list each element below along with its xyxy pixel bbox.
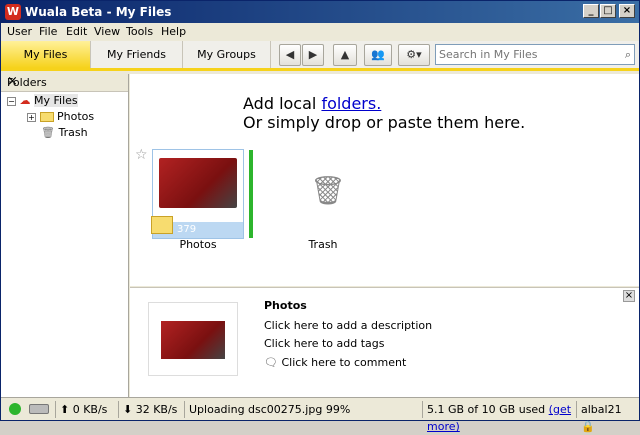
- speech-bubble-icon: 🗨: [264, 356, 278, 369]
- user-status: albal21 🔒: [576, 401, 638, 433]
- menu-user[interactable]: User: [7, 25, 32, 38]
- download-arrow-icon: ⬇: [123, 403, 136, 416]
- status-bar: ⬆ 0 KB/s ⬇ 32 KB/s Uploading dsc00275.jp…: [1, 397, 639, 433]
- tab-my-groups[interactable]: My Groups: [183, 41, 271, 68]
- lock-icon: 🔒: [581, 420, 595, 433]
- search-input[interactable]: [439, 47, 617, 62]
- tree-label: Photos: [57, 110, 95, 123]
- up-arrow-icon: ▲: [340, 48, 350, 61]
- menu-tools[interactable]: Tools: [126, 25, 153, 38]
- details-panel: × Photos Click here to add a description…: [130, 287, 639, 397]
- add-description-link[interactable]: Click here to add a description: [264, 319, 432, 332]
- people-icon: 👥: [371, 48, 385, 61]
- graphics-card-thumbnail: [159, 158, 237, 208]
- minimize-button[interactable]: _: [583, 4, 599, 18]
- photos-item[interactable]: 379 Transfers: [151, 149, 244, 251]
- window-title: Wuala Beta - My Files: [25, 5, 172, 19]
- menu-help[interactable]: Help: [161, 25, 186, 38]
- menu-bar: User File Edit View Tools Help: [1, 23, 639, 41]
- title-bar: W Wuala Beta - My Files _ □ ×: [1, 1, 639, 23]
- wuala-logo: W: [5, 4, 21, 20]
- app-window: W Wuala Beta - My Files _ □ × User File …: [0, 0, 640, 433]
- add-comment-link[interactable]: Click here to comment: [281, 356, 406, 369]
- tree-item-trash[interactable]: 🗑 Trash: [41, 125, 88, 141]
- add-tags-link[interactable]: Click here to add tags: [264, 337, 385, 350]
- sync-indicator: [248, 149, 254, 239]
- search-box[interactable]: ⌕: [435, 44, 635, 65]
- tab-my-files[interactable]: My Files: [1, 41, 91, 68]
- sidebar-header: Folders ×: [1, 74, 128, 92]
- trash-label: Trash: [308, 238, 338, 251]
- details-title: Photos: [264, 299, 307, 312]
- close-button[interactable]: ×: [619, 4, 635, 18]
- tree-label: Trash: [58, 126, 88, 139]
- folder-icon: [39, 112, 54, 122]
- settings-button[interactable]: ⚙▾: [398, 44, 430, 66]
- add-folders-prompt: Add local folders. Or simply drop or pas…: [243, 94, 525, 132]
- menu-edit[interactable]: Edit: [66, 25, 87, 38]
- up-button[interactable]: ▲: [333, 44, 357, 66]
- collapse-icon[interactable]: −: [7, 96, 16, 106]
- tree-item-my-files[interactable]: − ☁ My Files: [7, 93, 78, 109]
- upload-arrow-icon: ⬆: [60, 403, 73, 416]
- download-rate: ⬇ 32 KB/s: [118, 401, 182, 418]
- back-button[interactable]: ◀: [279, 44, 301, 66]
- tree-label: My Files: [34, 94, 78, 107]
- menu-file[interactable]: File: [39, 25, 57, 38]
- forward-button[interactable]: ▶: [302, 44, 324, 66]
- share-button[interactable]: 👥: [364, 44, 392, 66]
- drive-icon[interactable]: [29, 402, 51, 416]
- prompt-text-line2: Or simply drop or paste them here.: [243, 113, 526, 132]
- comment-row[interactable]: 🗨 Click here to comment: [264, 356, 406, 369]
- expand-icon[interactable]: +: [27, 112, 36, 122]
- status-message: Uploading dsc00275.jpg 99%: [184, 401, 422, 418]
- storage-usage: 5.1 GB of 10 GB used (get more): [422, 401, 574, 433]
- upload-rate: ⬆ 0 KB/s: [55, 401, 117, 418]
- tree-item-photos[interactable]: + Photos: [27, 109, 94, 125]
- close-icon[interactable]: ×: [7, 74, 120, 89]
- online-status-icon: [9, 403, 21, 415]
- close-details-button[interactable]: ×: [623, 290, 635, 302]
- trash-icon[interactable]: 🗑: [310, 174, 346, 210]
- menu-view[interactable]: View: [94, 25, 120, 38]
- back-arrow-icon: ◀: [285, 48, 295, 61]
- search-icon[interactable]: ⌕: [625, 48, 631, 62]
- username: albal21: [581, 403, 622, 416]
- sidebar: Folders × − ☁ My Files + Photos 🗑 Trash: [1, 74, 129, 397]
- folder-icon: [151, 216, 173, 234]
- forward-arrow-icon: ▶: [308, 48, 318, 61]
- star-icon[interactable]: ☆: [135, 147, 148, 163]
- maximize-button[interactable]: □: [600, 4, 616, 18]
- tab-my-friends[interactable]: My Friends: [91, 41, 183, 68]
- graphics-card-image: [161, 321, 225, 359]
- cloud-icon: ☁: [19, 94, 31, 107]
- folders-link[interactable]: folders.: [321, 94, 381, 113]
- file-area[interactable]: Add local folders. Or simply drop or pas…: [130, 74, 639, 286]
- gear-icon: ⚙▾: [406, 48, 422, 61]
- prompt-text: Add local: [243, 94, 322, 113]
- toolbar: My Files My Friends My Groups ◀ ▶ ▲ 👥 ⚙▾…: [1, 41, 639, 71]
- photos-label: Photos: [179, 238, 217, 251]
- trash-icon: 🗑: [41, 126, 55, 139]
- details-thumbnail: [148, 302, 238, 376]
